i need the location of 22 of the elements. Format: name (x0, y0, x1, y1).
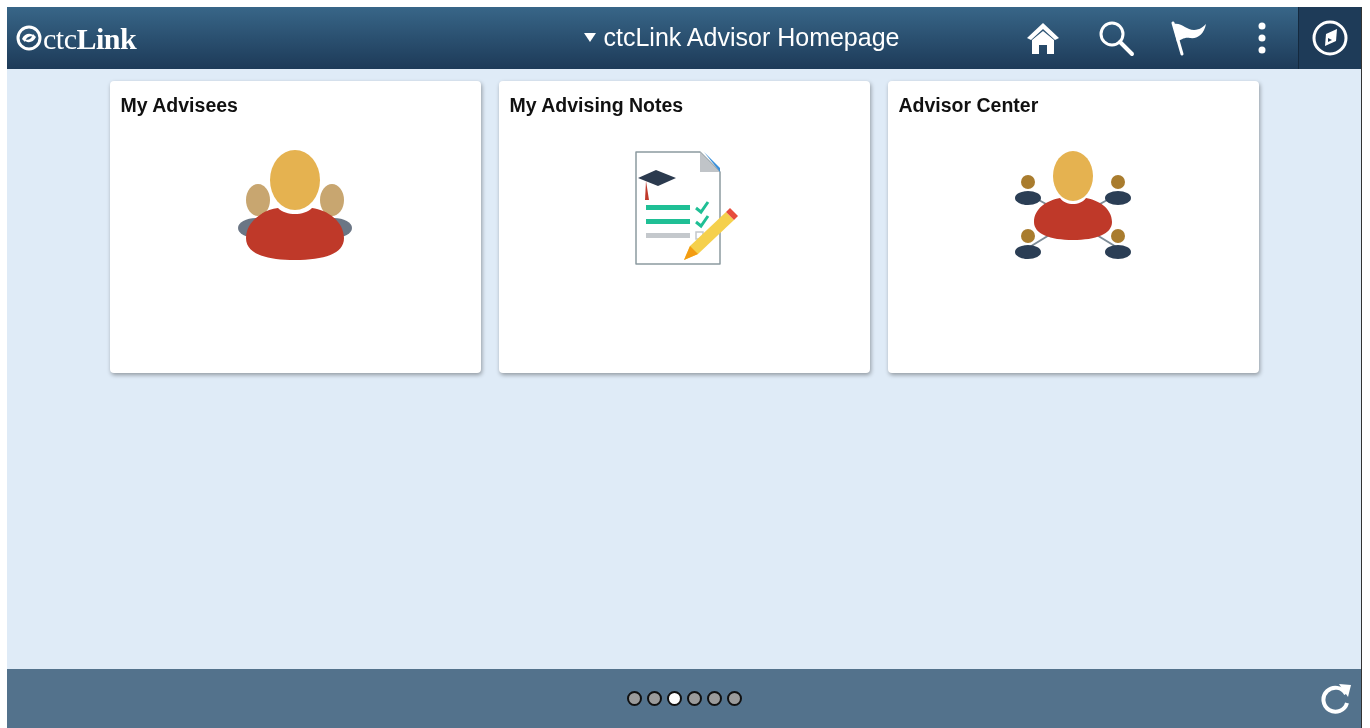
tile-title: Advisor Center (898, 93, 1040, 118)
logo-swirl-icon (15, 24, 43, 52)
more-icon (1257, 22, 1266, 54)
page-dot[interactable] (646, 691, 662, 706)
advisor-network-icon (1012, 150, 1134, 261)
logo-text: ctcLink (43, 20, 137, 57)
tile-title: My Advising Notes (509, 93, 685, 118)
refresh-icon (1319, 681, 1353, 715)
refresh-button[interactable] (1319, 681, 1353, 715)
page-dot[interactable] (666, 691, 682, 706)
tile-title: My Advisees (120, 93, 239, 118)
page-dot[interactable] (706, 691, 722, 706)
page-dot[interactable] (626, 691, 642, 706)
flag-icon (1169, 20, 1208, 56)
page-dot[interactable] (726, 691, 742, 706)
compass-icon[interactable] (1311, 19, 1349, 57)
tile[interactable]: My Advising Notes (498, 81, 870, 373)
caret-icon[interactable] (583, 33, 596, 43)
page-dot[interactable] (686, 691, 702, 706)
tile[interactable]: Advisor Center (887, 81, 1259, 373)
tile[interactable]: My Advisees (109, 81, 481, 373)
page-title[interactable]: ctcLink Advisor Homepage (603, 19, 900, 57)
